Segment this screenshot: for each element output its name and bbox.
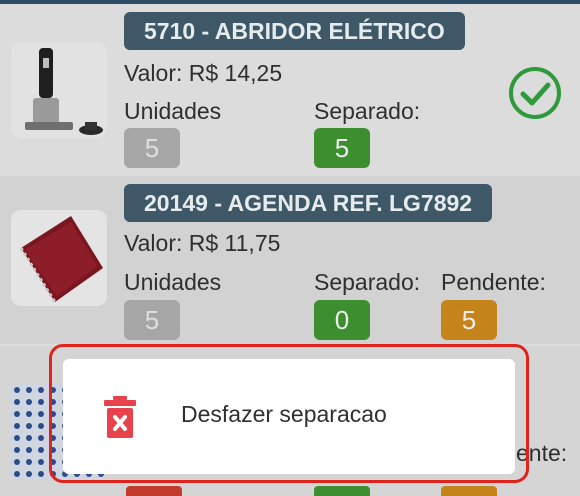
product-price: Valor: R$ 14,25 xyxy=(124,60,283,86)
pending-value: 5 xyxy=(441,300,497,340)
units-value: 5 xyxy=(124,300,180,340)
separated-label: Separado: xyxy=(314,98,421,124)
units-value: 5 xyxy=(124,128,180,168)
units-label: Unidades xyxy=(124,98,222,124)
units-label: Unidades xyxy=(124,269,222,295)
product-image xyxy=(11,210,107,306)
product-price: Valor: R$ 11,75 xyxy=(124,230,281,256)
list-item[interactable]: 20149 - AGENDA REF. LG7892 Valor: R$ 11,… xyxy=(0,176,580,344)
product-image xyxy=(11,42,107,138)
separated-value: 5 xyxy=(314,128,370,168)
pending-label: Pendente: xyxy=(441,269,546,295)
separated-value: 0 xyxy=(314,300,370,340)
list-item[interactable]: 5710 - ABRIDOR ELÉTRICO Valor: R$ 14,25 … xyxy=(0,4,580,172)
separated-label: Separado: xyxy=(314,269,421,295)
product-title: 20149 - AGENDA REF. LG7892 xyxy=(124,184,493,222)
separated-value-partial xyxy=(314,486,370,496)
undo-separation-option[interactable]: Desfazer separacao xyxy=(181,401,387,428)
units-value-partial xyxy=(126,486,182,496)
trash-icon[interactable] xyxy=(104,396,136,440)
pending-value-partial xyxy=(441,486,497,496)
check-circle-icon xyxy=(509,67,561,119)
product-title: 5710 - ABRIDOR ELÉTRICO xyxy=(124,12,465,50)
